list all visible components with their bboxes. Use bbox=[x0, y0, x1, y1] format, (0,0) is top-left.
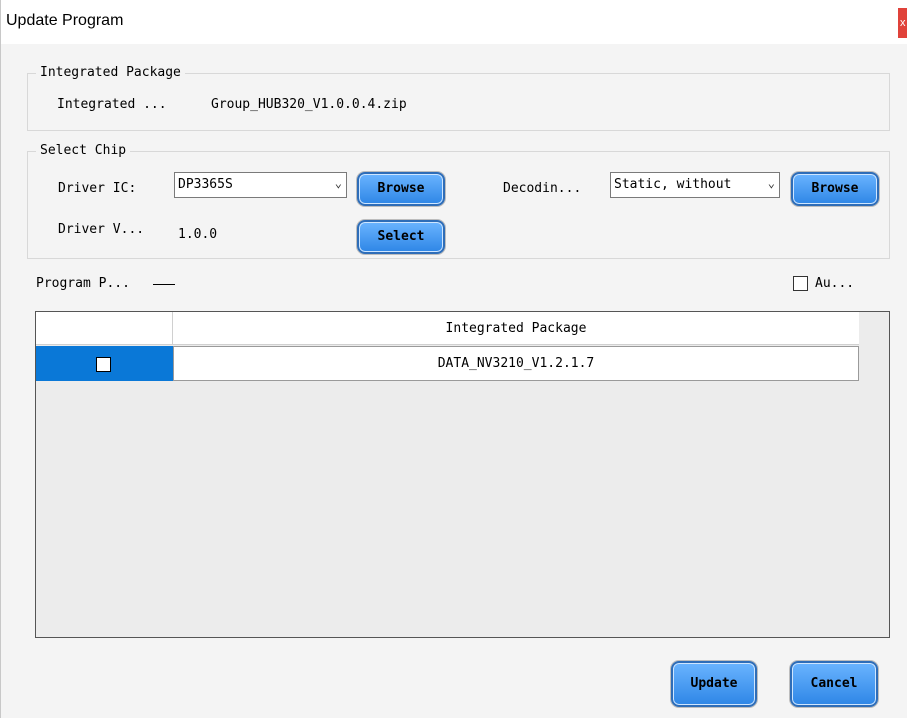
auto-label: Au... bbox=[815, 276, 855, 291]
decoding-value: Static, without bbox=[614, 177, 732, 192]
update-program-dialog: Update Program x Integrated Package Inte… bbox=[0, 0, 907, 718]
cancel-button[interactable]: Cancel bbox=[790, 661, 878, 707]
decoding-label: Decodin... bbox=[503, 181, 582, 196]
title-bar: Update Program x bbox=[1, 0, 907, 44]
integrated-package-value: Group_HUB320_V1.0.0.4.zip bbox=[211, 97, 407, 112]
select-chip-legend: Select Chip bbox=[36, 143, 131, 158]
update-button[interactable]: Update bbox=[671, 661, 757, 707]
auto-checkbox[interactable] bbox=[793, 276, 808, 291]
driver-ic-browse-button[interactable]: Browse bbox=[357, 172, 445, 206]
chevron-down-icon: ⌄ bbox=[767, 176, 775, 190]
table-row[interactable]: DATA_NV3210_V1.2.1.7 bbox=[173, 346, 859, 381]
window-title: Update Program bbox=[6, 12, 124, 29]
program-progress-label: Program P... bbox=[36, 276, 130, 291]
close-button[interactable]: x bbox=[898, 8, 907, 38]
integrated-package-label: Integrated ... bbox=[57, 97, 167, 112]
table-header-select bbox=[36, 312, 173, 345]
driver-version-value: 1.0.0 bbox=[178, 227, 218, 242]
progress-line bbox=[153, 284, 175, 285]
decoding-dropdown[interactable]: Static, without ⌄ bbox=[610, 172, 780, 198]
select-button[interactable]: Select bbox=[357, 220, 445, 254]
table-header-integrated-package: Integrated Package bbox=[173, 312, 859, 345]
package-table: Integrated Package DATA_NV3210_V1.2.1.7 bbox=[35, 311, 890, 638]
integrated-package-legend: Integrated Package bbox=[36, 65, 185, 80]
driver-ic-dropdown[interactable]: DP3365S ⌄ bbox=[174, 172, 347, 198]
driver-ic-label: Driver IC: bbox=[58, 181, 137, 196]
chevron-down-icon: ⌄ bbox=[334, 176, 342, 190]
driver-version-label: Driver V... bbox=[58, 222, 145, 237]
decoding-browse-button[interactable]: Browse bbox=[791, 172, 879, 206]
integrated-package-group: Integrated Package Integrated ... Group_… bbox=[27, 65, 890, 131]
select-chip-group: Select Chip Driver IC: DP3365S ⌄ Browse … bbox=[27, 143, 890, 259]
driver-ic-value: DP3365S bbox=[178, 177, 233, 192]
row-checkbox[interactable] bbox=[96, 357, 111, 372]
